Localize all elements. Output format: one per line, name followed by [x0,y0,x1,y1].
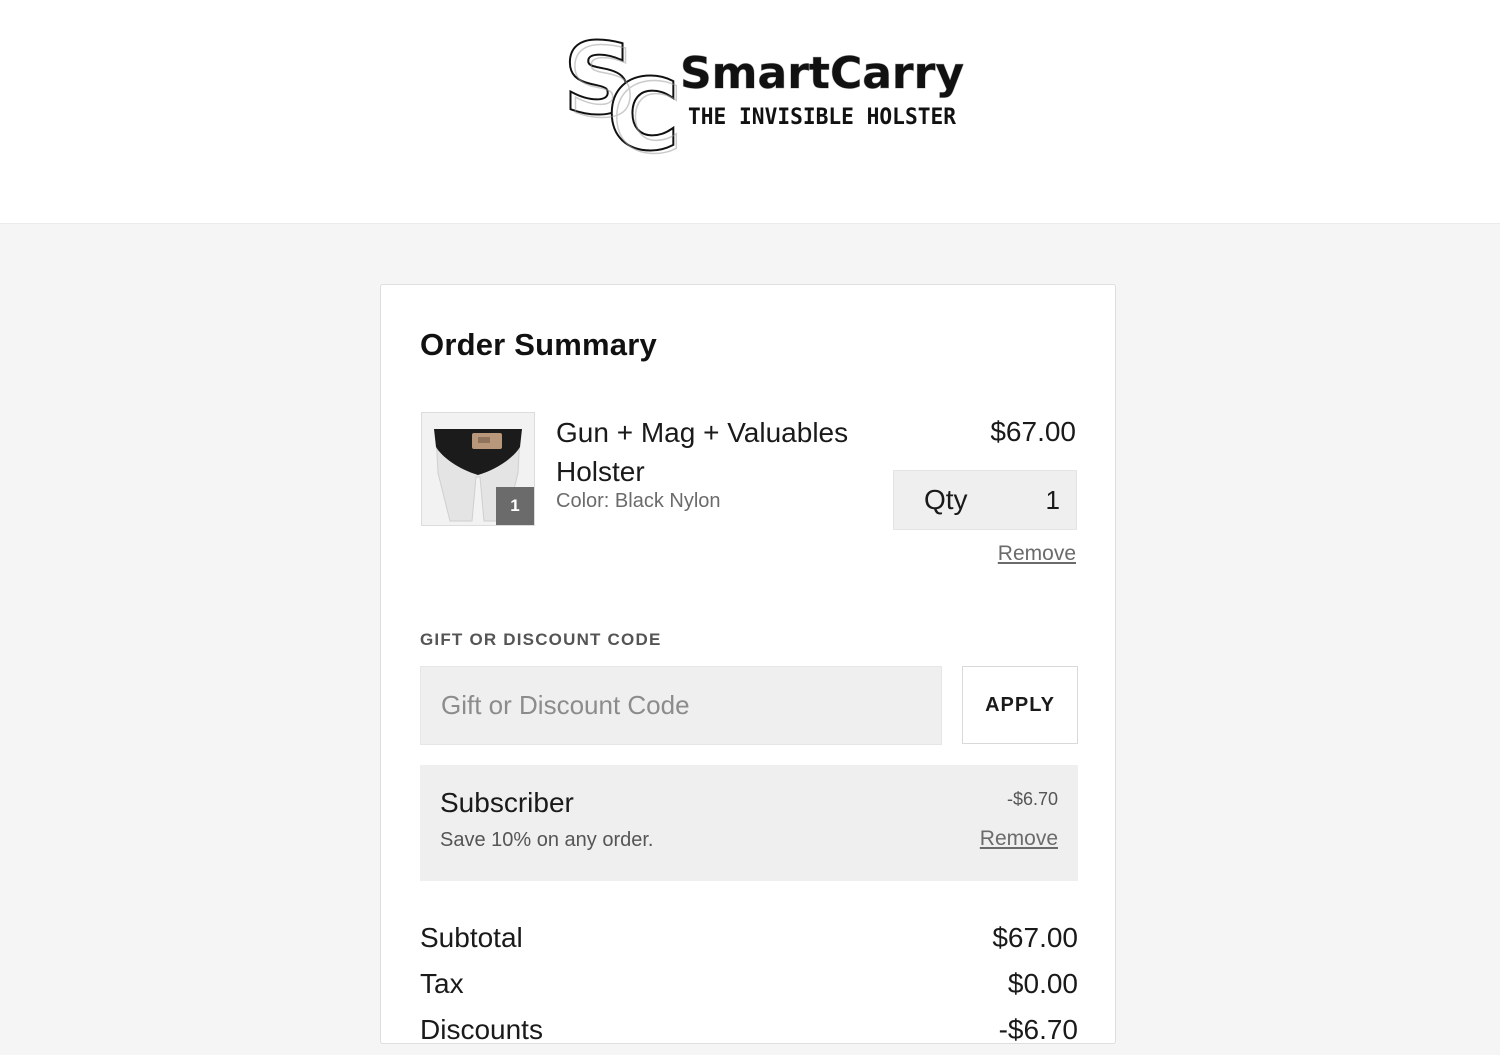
discount-amount: -$6.70 [1006,789,1058,809]
quantity-badge: 1 [496,487,534,525]
tax-value: $0.00 [1007,968,1078,999]
subtotal-row: Subtotal $67.00 [420,917,1078,963]
tax-label: Tax [420,968,464,999]
discounts-value: -$6.70 [998,1014,1078,1045]
subtotal-label: Subtotal [420,922,523,953]
svg-text:C: C [612,63,682,160]
svg-text:THE INVISIBLE HOLSTER: THE INVISIBLE HOLSTER [688,105,957,130]
product-name: Gun + Mag + Valuables Holster [556,417,849,487]
discount-description: Save 10% on any order. [440,829,654,851]
smartcarry-logo-image: S C S C SmartCarry THE INVISIBLE HOLSTER [562,21,965,160]
remove-item-link[interactable]: Remove [998,542,1076,566]
page-title: Order Summary [420,327,657,362]
quantity-label: Qty [924,484,968,515]
brand-logo[interactable]: S C S C SmartCarry THE INVISIBLE HOLSTER [560,20,970,160]
order-totals: Subtotal $67.00 Tax $0.00 Discounts -$6.… [420,917,1078,1055]
apply-button[interactable]: APPLY [962,666,1078,744]
subtotal-value: $67.00 [992,922,1078,953]
remove-discount-link[interactable]: Remove [980,827,1058,851]
quantity-field[interactable]: Qty 1 [893,470,1077,530]
tax-row: Tax $0.00 [420,963,1078,1009]
discounts-label: Discounts [420,1014,543,1045]
discount-code-input[interactable] [420,666,942,745]
discount-name: Subscriber [440,787,574,818]
site-header: S C S C SmartCarry THE INVISIBLE HOLSTER [0,0,1500,224]
discount-code-label: GIFT OR DISCOUNT CODE [420,630,662,649]
svg-text:SmartCarry: SmartCarry [680,48,964,99]
order-summary-card: Order Summary 1 Gun + Mag + Valuables Ho… [380,284,1116,1045]
discounts-row: Discounts -$6.70 [420,1009,1078,1055]
quantity-value[interactable]: 1 [1046,485,1060,516]
product-thumbnail[interactable]: 1 [421,412,535,526]
product-price: $67.00 [990,416,1076,447]
product-variant: Color: Black Nylon [556,490,721,512]
applied-discount: Subscriber Save 10% on any order. -$6.70… [420,765,1078,881]
